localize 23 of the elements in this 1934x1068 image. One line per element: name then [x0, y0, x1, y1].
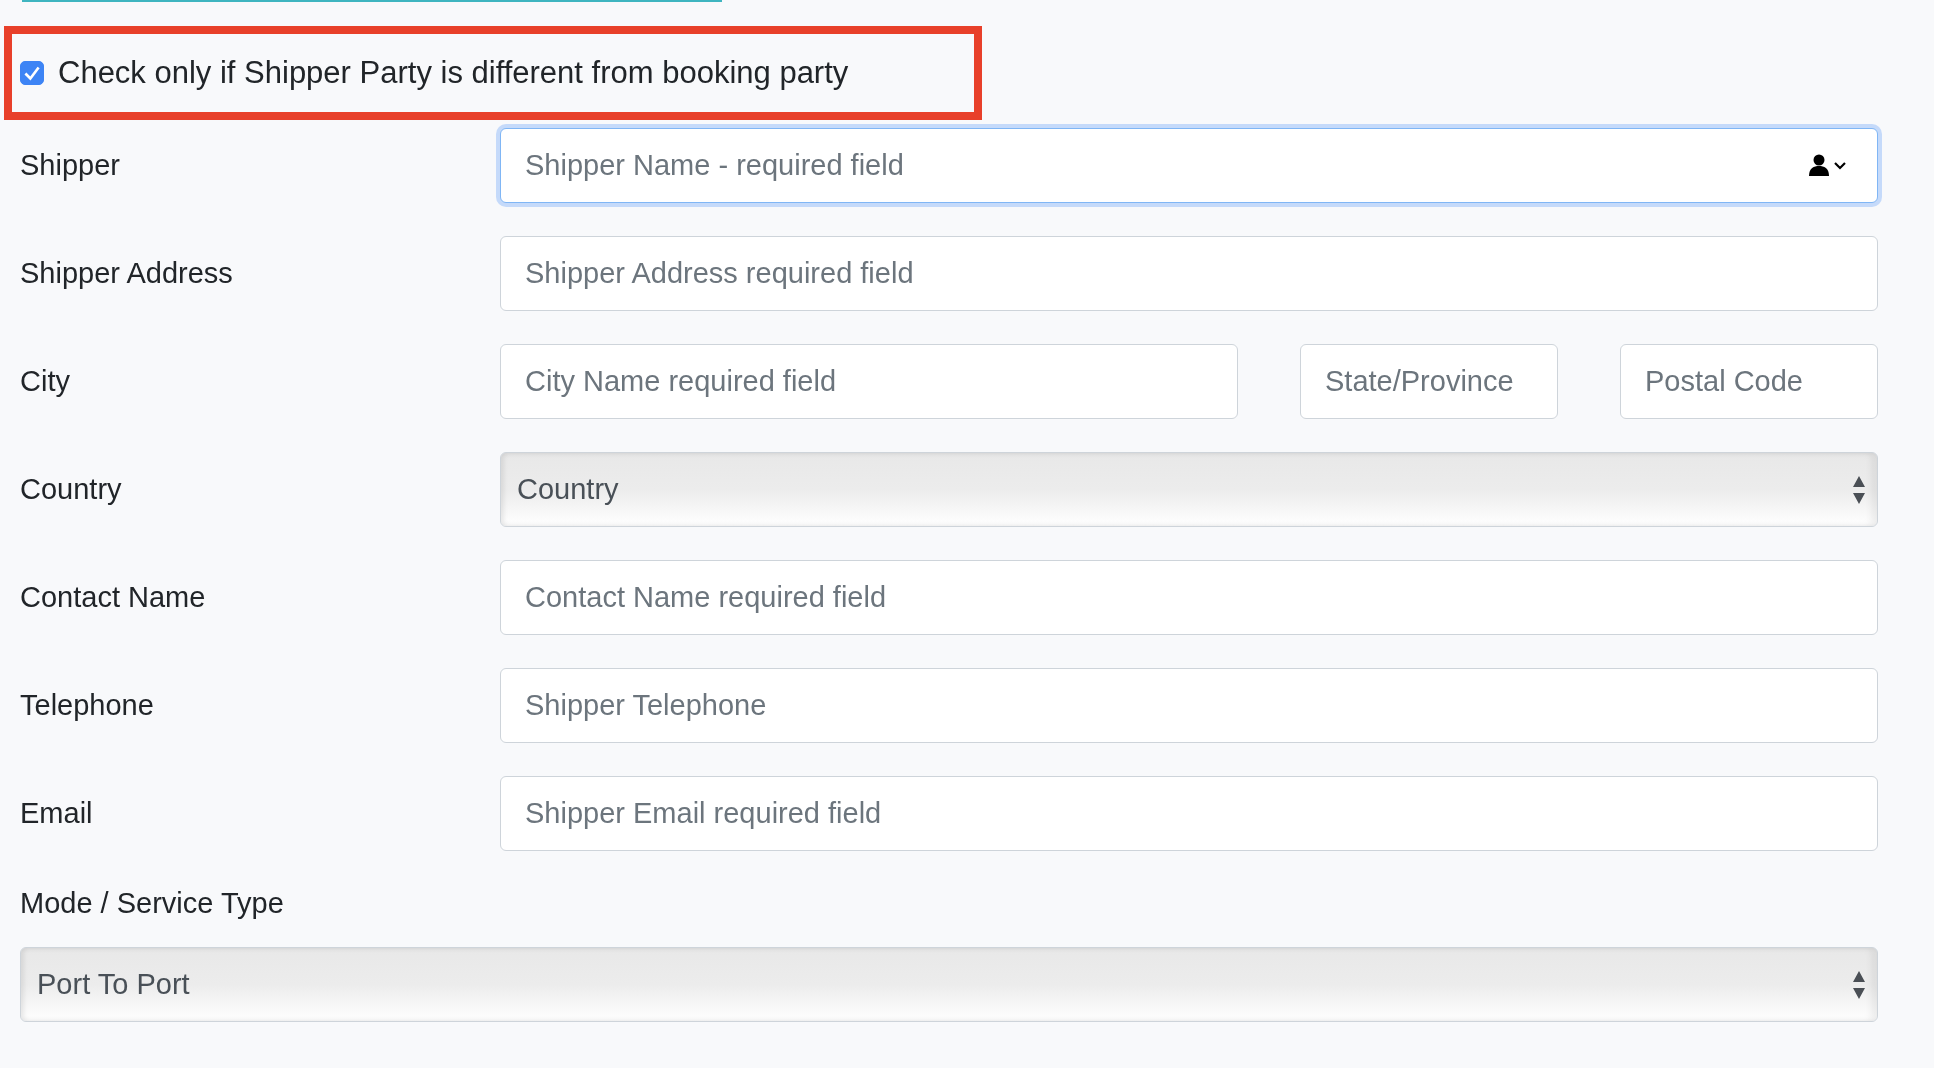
field-label: Email	[20, 797, 94, 830]
field-label: City	[20, 365, 71, 398]
field-label: Shipper	[20, 149, 121, 182]
checkbox[interactable]	[20, 61, 44, 85]
checkbox-label: Check only if Shipper Party is different from booking party	[58, 55, 849, 91]
input-field[interactable]: City Name required field	[500, 344, 1238, 419]
field-label: Mode / Service Type	[20, 887, 285, 921]
field-label: Contact Name	[20, 581, 207, 614]
input-field[interactable]: Postal Code	[1620, 344, 1878, 419]
field-label: Telephone	[20, 689, 155, 722]
up-down-arrows-icon	[1853, 970, 1865, 999]
field-label: Country	[20, 473, 123, 506]
select-dropdown[interactable]: Country	[500, 452, 1878, 527]
input-field[interactable]: State/Province	[1300, 344, 1558, 419]
person-dropdown-icon[interactable]	[1808, 153, 1848, 177]
input-field[interactable]: Shipper Name - required field	[500, 128, 1878, 203]
input-field[interactable]: Contact Name required field	[500, 560, 1878, 635]
input-field[interactable]: Shipper Address required field	[500, 236, 1878, 311]
select-dropdown[interactable]: Port To Port	[20, 947, 1878, 1022]
field-label: Shipper Address	[20, 257, 234, 290]
input-field[interactable]: Shipper Telephone	[500, 668, 1878, 743]
up-down-arrows-icon	[1853, 475, 1865, 504]
input-field[interactable]: Shipper Email required field	[500, 776, 1878, 851]
